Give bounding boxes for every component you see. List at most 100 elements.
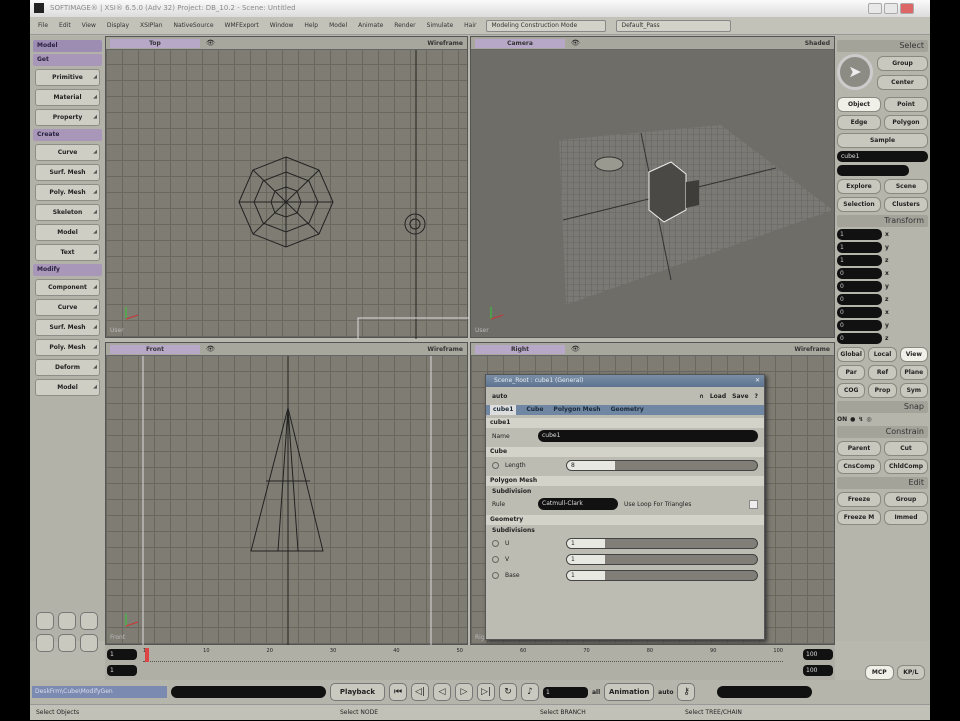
layout-icon[interactable]	[58, 634, 76, 652]
create-surf-mesh-button[interactable]: Surf. Mesh	[35, 164, 100, 181]
prev-key-icon[interactable]: ◁|	[411, 683, 429, 701]
base-slider[interactable]: 1	[566, 569, 758, 581]
get-primitive-button[interactable]: Primitive	[35, 69, 100, 86]
transform-value-field[interactable]: 0	[837, 307, 882, 318]
loop-checkbox[interactable]	[749, 499, 758, 509]
display-mode-menu[interactable]: Wireframe	[427, 346, 463, 353]
explore-button[interactable]: Explore	[837, 179, 881, 194]
modify-poly-mesh-button[interactable]: Poly. Mesh	[35, 339, 100, 356]
kpl-tab[interactable]: KP/L	[896, 665, 925, 680]
constrain-header[interactable]: Constrain	[837, 426, 928, 438]
animation-menu[interactable]: Animation	[604, 683, 655, 701]
transform-value-field[interactable]: 0	[837, 333, 882, 344]
next-key-icon[interactable]: ▷|	[477, 683, 495, 701]
group-button[interactable]: Group	[877, 56, 928, 71]
snap-on-toggle[interactable]: ON	[837, 416, 847, 423]
cog-button[interactable]: COG	[837, 383, 866, 398]
transform-header[interactable]: Transform	[837, 215, 928, 227]
menu-model[interactable]: Model	[329, 22, 347, 29]
tab-cube1[interactable]: cube1	[490, 405, 517, 415]
timeline[interactable]: 1 1 1102030405060708090100 100 100	[105, 645, 835, 680]
menu-render[interactable]: Render	[394, 22, 415, 29]
transform-value-field[interactable]: 1	[837, 242, 882, 253]
view-button[interactable]: View	[899, 347, 928, 362]
snap-point-icon[interactable]: ●	[850, 416, 855, 423]
snap-header[interactable]: Snap	[837, 401, 928, 413]
edge-button[interactable]: Edge	[837, 115, 881, 130]
menu-window[interactable]: Window	[270, 22, 294, 29]
section-create[interactable]: Create	[33, 129, 102, 141]
pass-dropdown[interactable]: Default_Pass	[616, 19, 732, 32]
first-frame-icon[interactable]: ⏮	[389, 683, 407, 701]
timeline-start-field[interactable]: 1	[107, 649, 137, 660]
save-button[interactable]: Save	[732, 393, 748, 400]
layout-icon[interactable]	[36, 612, 54, 630]
key-icon[interactable]: ⚷	[677, 683, 696, 701]
menu-view[interactable]: View	[82, 22, 96, 29]
chldcomp-button[interactable]: ChldComp	[884, 459, 928, 474]
display-mode-menu[interactable]: Shaded	[805, 40, 830, 47]
all-toggle[interactable]: all	[592, 689, 600, 696]
transform-value-field[interactable]: 0	[837, 268, 882, 279]
freeze-button[interactable]: Freeze	[837, 492, 881, 507]
scene-button[interactable]: Scene	[884, 179, 928, 194]
range-end-field[interactable]: 100	[803, 649, 833, 660]
select-arrow-icon[interactable]: ➤	[837, 54, 873, 90]
polygon-button[interactable]: Polygon	[884, 115, 928, 130]
selection-name-field[interactable]: cube1	[837, 151, 928, 162]
menu-help[interactable]: Help	[304, 22, 318, 29]
prop-button[interactable]: Prop	[868, 383, 897, 398]
par-button[interactable]: Par	[837, 365, 866, 380]
create-text-button[interactable]: Text	[35, 244, 100, 261]
v-slider[interactable]: 1	[566, 553, 758, 565]
local-button[interactable]: Local	[868, 347, 897, 362]
camera-dropdown[interactable]: Camera	[475, 38, 565, 48]
transform-value-field[interactable]: 0	[837, 294, 882, 305]
axis-y-toggle[interactable]: y	[885, 283, 895, 290]
axis-y-toggle[interactable]: y	[885, 322, 895, 329]
edit-header[interactable]: Edit	[837, 477, 928, 489]
section-cube1[interactable]: cube1	[486, 418, 764, 428]
layout-icon[interactable]	[80, 634, 98, 652]
viewport-front[interactable]: Front 👁 Wireframe Front	[105, 342, 468, 646]
select-header[interactable]: Select	[837, 40, 928, 52]
section-cube[interactable]: Cube	[486, 447, 764, 457]
snap-grid-icon[interactable]: ◎	[866, 416, 871, 423]
autokey-toggle[interactable]: auto	[658, 689, 673, 696]
playhead[interactable]	[145, 648, 149, 662]
layout-icon[interactable]	[58, 612, 76, 630]
transform-value-field[interactable]: 0	[837, 281, 882, 292]
create-skeleton-button[interactable]: Skeleton	[35, 204, 100, 221]
eye-icon[interactable]: 👁	[571, 345, 580, 353]
transform-value-field[interactable]: 1	[837, 229, 882, 240]
minimize-button[interactable]	[868, 3, 882, 14]
get-material-button[interactable]: Material	[35, 89, 100, 106]
help-button[interactable]: ?	[755, 393, 758, 400]
freeze-m-button[interactable]: Freeze M	[837, 510, 881, 525]
point-button[interactable]: Point	[884, 97, 928, 112]
axis-z-toggle[interactable]: z	[885, 335, 895, 342]
close-button[interactable]	[900, 3, 914, 14]
section-get[interactable]: Get	[33, 54, 102, 66]
ppg-close-icon[interactable]: ✕	[755, 375, 764, 387]
create-curve-button[interactable]: Curve	[35, 144, 100, 161]
load-button[interactable]: Load	[710, 393, 726, 400]
eye-icon[interactable]: 👁	[206, 345, 215, 353]
group-button[interactable]: Group	[884, 492, 928, 507]
menu-edit[interactable]: Edit	[59, 22, 71, 29]
display-mode-menu[interactable]: Wireframe	[427, 40, 463, 47]
ref-button[interactable]: Ref	[868, 365, 897, 380]
lock-icon[interactable]: ∩	[699, 393, 704, 400]
animate-radio[interactable]	[492, 571, 499, 579]
menu-wmfexport[interactable]: WMFExport	[225, 22, 259, 29]
modify-component-button[interactable]: Component	[35, 279, 100, 296]
menu-hair[interactable]: Hair	[464, 22, 476, 29]
toolbar-selector[interactable]: Model	[33, 40, 102, 52]
parent-button[interactable]: Parent	[837, 441, 881, 456]
cnscomp-button[interactable]: CnsComp	[837, 459, 881, 474]
axis-y-toggle[interactable]: y	[885, 244, 895, 251]
section-geometry[interactable]: Geometry	[486, 515, 764, 525]
range-end2-field[interactable]: 100	[803, 665, 833, 676]
tab-polygon-mesh[interactable]: Polygon Mesh	[553, 405, 600, 415]
construction-mode-dropdown[interactable]: Modeling Construction Mode	[486, 19, 607, 32]
